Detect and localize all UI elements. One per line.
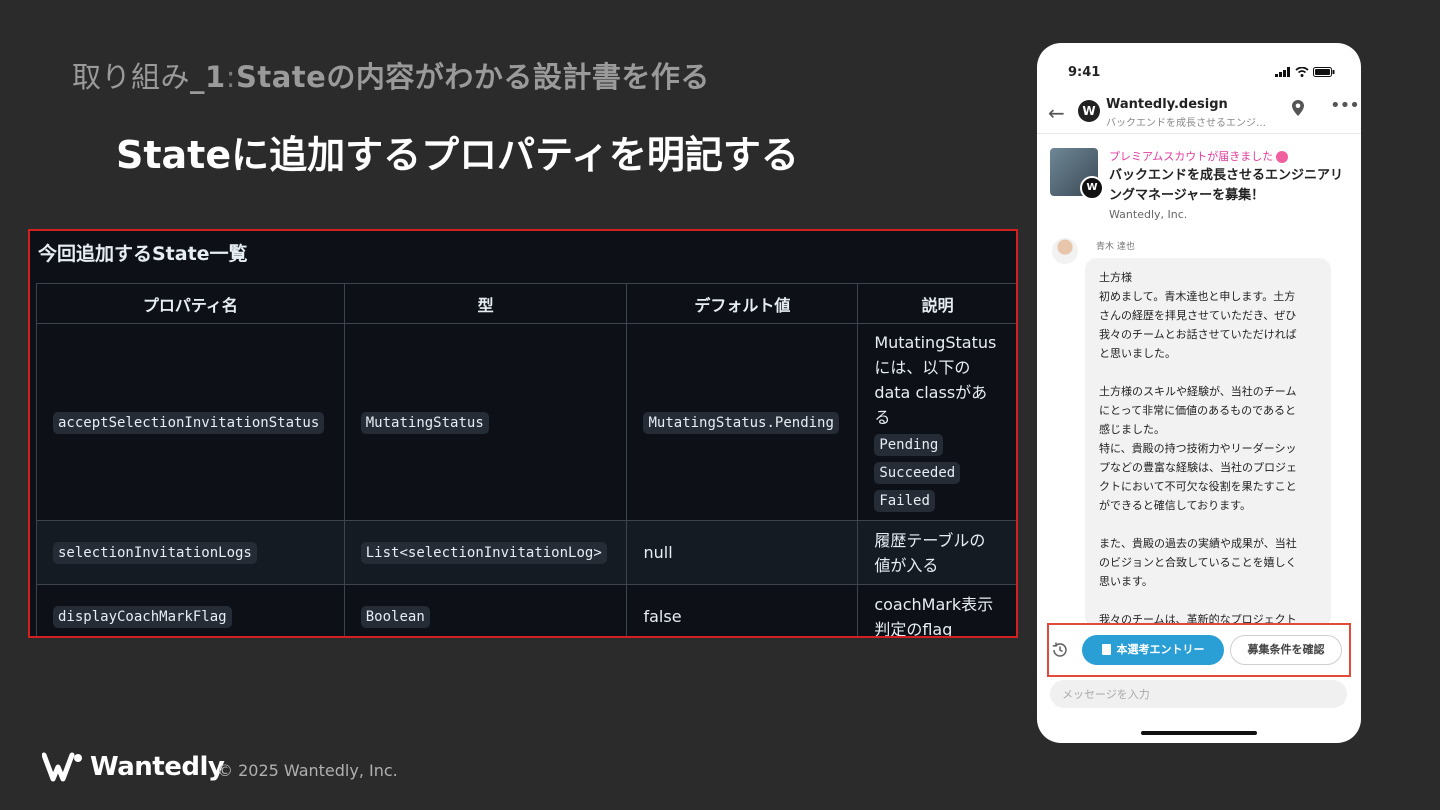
wordmark: Wantedly <box>90 752 225 782</box>
status-code-failed: Failed <box>874 490 935 512</box>
state-table: プロパティ名 型 デフォルト値 説明 acceptSelectionInvita… <box>36 283 1016 636</box>
cell-description: MutatingStatusには、以下のdata classがある Pendin… <box>857 323 1016 521</box>
entry-button[interactable]: 本選考エントリー <box>1082 635 1224 665</box>
cell-property: displayCoachMarkFlag <box>36 584 345 636</box>
scout-card[interactable]: W プレミアムスカウトが届きました バックエンドを成長させるエンジニアリングマネ… <box>1050 146 1350 226</box>
document-icon <box>1101 643 1111 655</box>
breadcrumb-number: _1 <box>190 60 226 94</box>
cell-default: null <box>626 520 859 585</box>
page-title: Stateに追加するプロパティを明記する <box>116 133 799 177</box>
wantedly-logo: Wantedly <box>42 752 225 782</box>
column-header-description: 説明 <box>857 283 1016 324</box>
property-code: selectionInvitationLogs <box>53 542 257 564</box>
column-header-type: 型 <box>343 283 628 324</box>
wifi-icon <box>1295 67 1309 77</box>
message-paragraph: また、貴殿の過去の実績や成果が、当社 のビジョンと合致していることを嬉しく 思い… <box>1099 537 1297 588</box>
cell-default: false <box>626 584 859 636</box>
cell-property: selectionInvitationLogs <box>36 520 345 585</box>
premium-scout-label: プレミアムスカウトが届きました <box>1109 148 1289 164</box>
cell-type: Boolean <box>343 584 628 636</box>
breadcrumb: 取り組み_1:Stateの内容がわかる設計書を作る <box>72 54 710 96</box>
breadcrumb-rest: Stateの内容がわかる設計書を作る <box>235 60 710 94</box>
description-text: MutatingStatusには、以下のdata classがある <box>874 333 997 427</box>
chat-header-name: Wantedly.design <box>1106 97 1228 112</box>
message-paragraph: 土方様のスキルや経験が、当社のチーム にとって非常に価値のあるものであると 感じ… <box>1099 385 1297 512</box>
home-indicator <box>1141 731 1257 735</box>
cell-description: coachMark表示判定のflag <box>857 584 1016 636</box>
action-bar-highlight: 本選考エントリー 募集条件を確認 <box>1047 623 1351 677</box>
table-row: selectionInvitationLogs List<selectionIn… <box>36 520 1016 585</box>
company-badge: W <box>1080 176 1104 200</box>
chat-header-subtitle: バックエンドを成長させるエンジ… <box>1106 118 1266 129</box>
history-icon[interactable] <box>1051 641 1069 659</box>
copyright: © 2025 Wantedly, Inc. <box>217 761 398 780</box>
cell-property: acceptSelectionInvitationStatus <box>36 323 345 521</box>
column-header-default: デフォルト値 <box>626 283 859 324</box>
status-bar: 9:41 <box>1037 63 1361 83</box>
message-paragraph: 土方様 初めまして。青木達也と申します。土方 さんの経歴を拝見させていただき、ぜ… <box>1099 271 1297 360</box>
property-code: displayCoachMarkFlag <box>53 606 232 628</box>
phone-mockup: 9:41 ← W Wantedly.design バックエンドを成長させるエンジ… <box>1037 43 1361 743</box>
breadcrumb-separator: : <box>225 60 236 94</box>
cell-description: 履歴テーブルの値が入る <box>857 520 1016 585</box>
chat-header: ← W Wantedly.design バックエンドを成長させるエンジ… ••• <box>1037 93 1361 134</box>
status-code-pending: Pending <box>874 434 944 456</box>
more-options-icon[interactable]: ••• <box>1330 95 1360 116</box>
message-bubble: 土方様 初めまして。青木達也と申します。土方 さんの経歴を拝見させていただき、ぜ… <box>1085 258 1331 628</box>
check-conditions-button[interactable]: 募集条件を確認 <box>1230 635 1342 665</box>
sender-avatar <box>1052 238 1078 264</box>
cell-type: List<selectionInvitationLog> <box>343 520 628 585</box>
scout-company: Wantedly, Inc. <box>1109 208 1188 221</box>
back-arrow-icon[interactable]: ← <box>1048 101 1065 125</box>
table-header-row: プロパティ名 型 デフォルト値 説明 <box>36 283 1016 324</box>
type-code: MutatingStatus <box>360 411 489 434</box>
signal-icon <box>1275 67 1290 77</box>
scout-job-title: バックエンドを成長させるエンジニアリングマネージャーを募集！ <box>1109 168 1344 203</box>
wantedly-mark-icon <box>42 752 82 782</box>
property-code: acceptSelectionInvitationStatus <box>53 411 325 434</box>
state-doc-panel: 今回追加するState一覧 プロパティ名 型 デフォルト値 説明 acceptS… <box>28 229 1018 638</box>
status-time: 9:41 <box>1068 65 1101 80</box>
doc-heading: 今回追加するState一覧 <box>38 243 248 265</box>
location-pin-icon[interactable] <box>1291 99 1305 117</box>
company-avatar: W <box>1078 100 1100 122</box>
type-code: List<selectionInvitationLog> <box>360 542 607 564</box>
table-row: acceptSelectionInvitationStatus Mutating… <box>36 323 1016 521</box>
status-code-succeeded: Succeeded <box>874 462 961 484</box>
breadcrumb-prefix: 取り組み <box>72 60 191 94</box>
table-row: displayCoachMarkFlag Boolean false coach… <box>36 584 1016 636</box>
cell-default: MutatingStatus.Pending <box>626 323 859 521</box>
message-input[interactable] <box>1050 680 1347 708</box>
column-header-property: プロパティ名 <box>36 283 345 324</box>
type-code: Boolean <box>360 606 430 628</box>
default-code: MutatingStatus.Pending <box>643 411 839 434</box>
battery-icon <box>1313 67 1335 77</box>
cell-type: MutatingStatus <box>343 323 628 521</box>
premium-badge-icon <box>1276 151 1289 163</box>
sender-name: 青木 達也 <box>1096 242 1135 252</box>
